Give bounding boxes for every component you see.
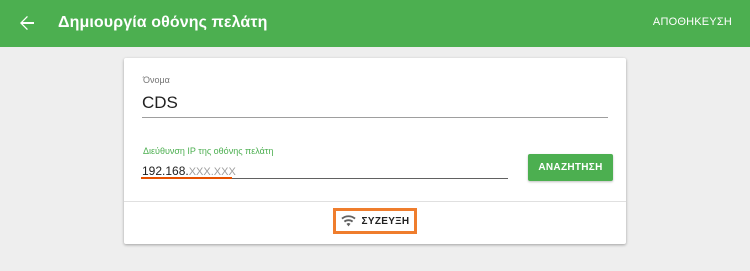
name-field[interactable]: CDS [142, 93, 178, 113]
connect-button[interactable]: ΣΥΖΕΥΞΗ [333, 208, 417, 234]
ip-address-value: 192.168. [142, 164, 189, 178]
arrow-back-icon [20, 16, 34, 30]
page-title: Δημιουργία οθόνης πελάτη [58, 14, 268, 31]
connect-button-label: ΣΥΖΕΥΞΗ [361, 215, 410, 227]
ip-field-underline [232, 178, 508, 179]
card-divider [124, 201, 626, 202]
save-button[interactable]: ΑΠΟΘΗΚΕΥΣΗ [653, 16, 732, 28]
form-card: Όνομα CDS Διεύθυνση IP της οθόνης πελάτη… [124, 58, 626, 244]
name-field-underline [142, 117, 608, 118]
ip-field-highlight [141, 177, 232, 179]
name-field-label: Όνομα [143, 75, 170, 85]
app-bar: Δημιουργία οθόνης πελάτη ΑΠΟΘΗΚΕΥΣΗ [0, 0, 750, 47]
back-button[interactable] [12, 8, 42, 38]
wifi-icon [340, 215, 356, 227]
search-button[interactable]: ΑΝΑΖΗΤΗΣΗ [528, 154, 613, 181]
ip-field-label: Διεύθυνση IP της οθόνης πελάτη [143, 146, 274, 156]
